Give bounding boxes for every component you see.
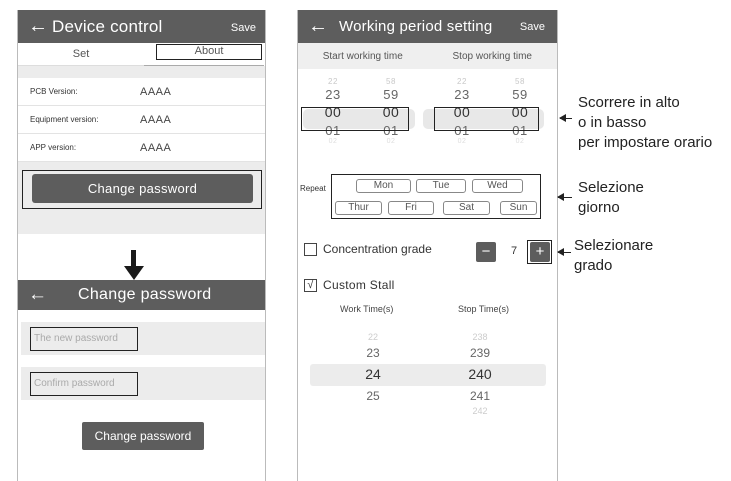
info-value: AAAA — [140, 113, 172, 126]
confirm-password-input[interactable]: Confirm password — [30, 372, 138, 396]
working-period-screen: ← Working period setting Save Start work… — [297, 10, 558, 481]
annotation-line: grado — [574, 257, 613, 274]
wheel-value: 23 — [366, 346, 380, 360]
device-control-header: ← Device control Save — [18, 10, 265, 43]
back-arrow-icon[interactable]: ← — [18, 15, 52, 38]
equipment-version-row: Equipment version: AAAA — [18, 106, 265, 134]
concentration-label: Concentration grade — [323, 242, 432, 256]
tab-set[interactable]: Set — [18, 43, 144, 66]
stop-time-selected: 240 — [468, 366, 492, 382]
page-title: Working period setting — [339, 18, 493, 35]
annotation-pointer — [557, 248, 571, 256]
page-title: Change password — [78, 286, 212, 303]
annotation-line: per impostare orario — [578, 134, 713, 151]
change-password-header: ← Change password — [18, 280, 265, 310]
change-password-area: Change password — [18, 162, 265, 234]
wheel-value: 25 — [366, 389, 380, 403]
device-control-screen: ← Device control Save Set About PCB Vers… — [17, 10, 266, 481]
tab-divider — [18, 65, 144, 66]
working-period-header: ← Working period setting Save — [298, 10, 557, 43]
day-wed[interactable]: Wed — [472, 179, 523, 193]
wheel-value: 02 — [386, 138, 396, 145]
time-labels-row: Start working time Stop working time — [298, 43, 557, 69]
annotation-line: Scorrere in alto — [578, 94, 680, 111]
grade-annotation: Selezionare grado — [574, 236, 653, 276]
stop-time-highlight — [434, 107, 539, 131]
wheel-value: 02 — [328, 138, 338, 145]
plus-highlight — [527, 240, 552, 264]
wheel-value: 241 — [469, 389, 491, 403]
annotation-line: giorno — [578, 199, 620, 216]
stop-time-header: Stop Time(s) — [458, 304, 510, 314]
info-value: AAAA — [140, 85, 172, 98]
work-time-wheel[interactable]: 22 23 24 25 — [353, 330, 393, 405]
day-sun[interactable]: Sun — [500, 201, 537, 215]
app-version-row: APP version: AAAA — [18, 134, 265, 162]
start-time-highlight — [301, 107, 409, 131]
wheel-value: 22 — [367, 332, 378, 342]
wheel-value: 58 — [386, 77, 396, 86]
day-sat[interactable]: Sat — [443, 201, 490, 215]
custom-stall-row: √ Custom Stall — [304, 278, 395, 292]
pcb-version-row: PCB Version: AAAA — [18, 78, 265, 106]
day-annotation: Selezione giorno — [578, 178, 644, 218]
annotation-line: Selezione — [578, 179, 644, 196]
info-label: Equipment version: — [30, 115, 99, 124]
stop-time-values-wheel[interactable]: 238 239 240 241 242 — [460, 330, 500, 417]
tab-bar: Set About — [18, 43, 265, 66]
custom-stall-checkbox[interactable]: √ — [304, 278, 317, 292]
back-arrow-icon[interactable]: ← — [18, 284, 78, 306]
confirm-password-field-row: Confirm password — [21, 367, 265, 400]
info-label: PCB Version: — [30, 87, 78, 96]
annotation-pointer — [557, 193, 572, 201]
spacer-band — [18, 66, 265, 78]
info-value: AAAA — [140, 141, 172, 154]
repeat-label: Repeat — [300, 184, 326, 193]
tab-about[interactable]: About — [156, 44, 262, 60]
annotation-pointer — [559, 114, 572, 122]
wheel-value: 02 — [515, 138, 525, 145]
wheel-value: 58 — [515, 77, 525, 86]
new-password-field-row: The new password — [21, 322, 265, 355]
page-title: Device control — [52, 16, 163, 36]
submit-change-password-button[interactable]: Change password — [82, 422, 204, 450]
wheel-value: 238 — [472, 332, 488, 342]
wheel-value: 239 — [469, 346, 491, 360]
custom-stall-label: Custom Stall — [323, 278, 395, 292]
stop-time-label: Stop working time — [452, 50, 532, 62]
grade-value: 7 — [511, 245, 518, 257]
work-time-selected: 24 — [365, 366, 381, 382]
decrease-grade-button[interactable]: − — [476, 242, 496, 262]
save-button[interactable]: Save — [520, 21, 545, 33]
concentration-checkbox[interactable] — [304, 242, 317, 256]
tab-about-underline — [144, 65, 264, 66]
new-password-input[interactable]: The new password — [30, 327, 138, 351]
wheel-value: 22 — [457, 77, 467, 86]
annotation-line: Selezionare — [574, 237, 654, 254]
wheel-value: 23 — [325, 87, 341, 102]
wheel-value: 59 — [512, 87, 528, 102]
down-arrow-icon — [124, 250, 144, 280]
save-button[interactable]: Save — [231, 22, 256, 34]
day-fri[interactable]: Fri — [388, 201, 434, 215]
concentration-row: Concentration grade — [304, 242, 432, 256]
day-tue[interactable]: Tue — [416, 179, 466, 193]
info-label: APP version: — [30, 143, 77, 152]
back-arrow-icon[interactable]: ← — [298, 15, 339, 38]
change-password-button[interactable]: Change password — [32, 174, 253, 203]
scroll-annotation: Scorrere in alto o in basso per impostar… — [578, 93, 731, 153]
annotation-line: o in basso — [578, 114, 647, 131]
work-time-header: Work Time(s) — [340, 304, 394, 314]
wheel-value: 59 — [383, 87, 399, 102]
wheel-value: 242 — [472, 406, 488, 416]
day-mon[interactable]: Mon — [356, 179, 411, 193]
wheel-value: 02 — [457, 138, 467, 145]
wheel-value: 22 — [328, 77, 338, 86]
day-thur[interactable]: Thur — [335, 201, 382, 215]
wheel-value: 23 — [454, 87, 470, 102]
start-time-label: Start working time — [322, 50, 403, 62]
stall-selection-band — [310, 364, 546, 386]
